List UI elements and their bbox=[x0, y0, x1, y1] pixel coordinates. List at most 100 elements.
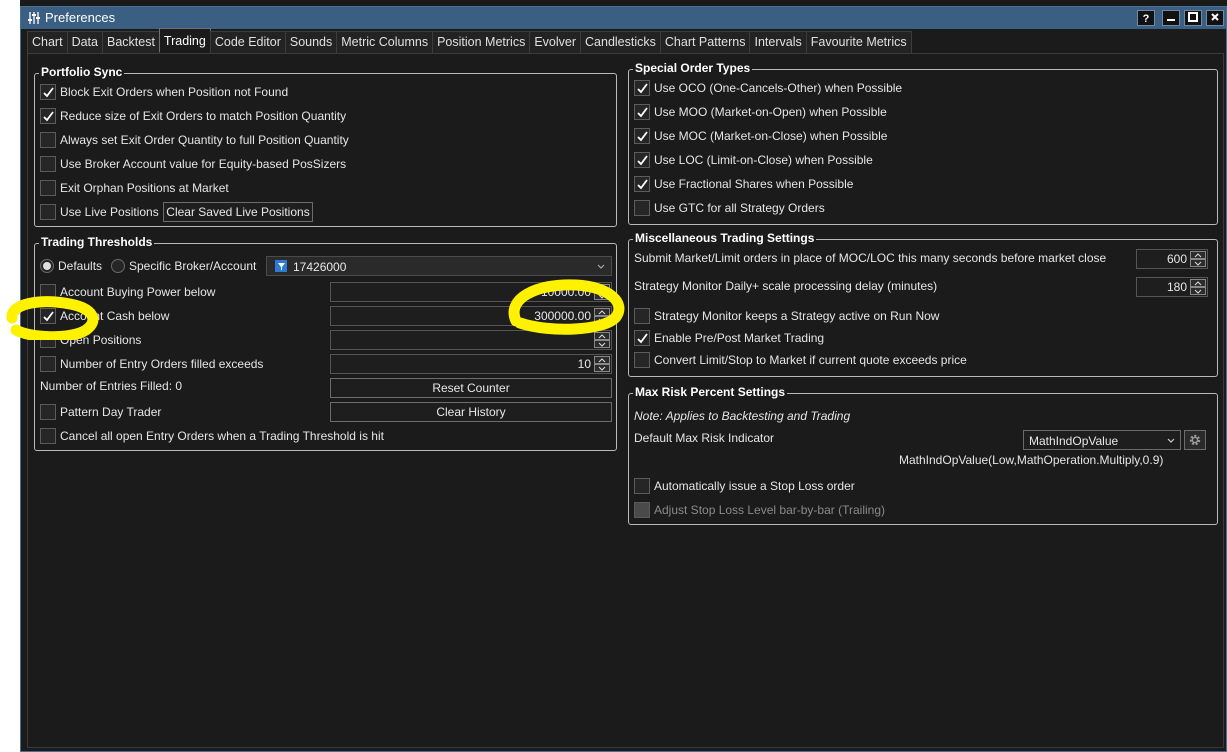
clear-saved-live-positions-button[interactable]: Clear Saved Live Positions bbox=[163, 202, 313, 222]
spin-up-icon[interactable] bbox=[1190, 251, 1206, 259]
tab-favourite-metrics[interactable]: Favourite Metrics bbox=[805, 31, 912, 53]
block-exit-orders-checkbox[interactable] bbox=[40, 84, 56, 100]
entry-orders-checkbox[interactable] bbox=[40, 356, 56, 372]
pre-post-market-label: Enable Pre/Post Market Trading bbox=[654, 331, 825, 345]
moc-option[interactable]: Use MOC (Market-on-Close) when Possible bbox=[634, 126, 887, 146]
full-exit-quantity-label: Always set Exit Order Quantity to full P… bbox=[60, 133, 349, 147]
tab-trading[interactable]: Trading bbox=[158, 28, 211, 52]
tab-chart-patterns[interactable]: Chart Patterns bbox=[659, 31, 751, 53]
broker-equity-option[interactable]: Use Broker Account value for Equity-base… bbox=[40, 154, 346, 174]
special-order-types-group: Special Order Types Use OCO (One-Cancels… bbox=[628, 61, 1218, 225]
help-button[interactable]: ? bbox=[1137, 10, 1155, 26]
moo-option[interactable]: Use MOO (Market-on-Open) when Possible bbox=[634, 102, 887, 122]
exit-orphan-option[interactable]: Exit Orphan Positions at Market bbox=[40, 178, 229, 198]
maximize-button[interactable] bbox=[1184, 10, 1202, 26]
reset-counter-button[interactable]: Reset Counter bbox=[330, 378, 612, 398]
moo-checkbox[interactable] bbox=[634, 104, 650, 120]
max-risk-indicator-expression: MathIndOpValue(Low,MathOperation.Multipl… bbox=[899, 453, 1164, 467]
reduce-exit-orders-option[interactable]: Reduce size of Exit Orders to match Posi… bbox=[40, 106, 346, 126]
entry-orders-spinner[interactable] bbox=[594, 356, 610, 372]
clear-history-button[interactable]: Clear History bbox=[330, 402, 612, 422]
gtc-checkbox[interactable] bbox=[634, 200, 650, 216]
broker-account-value: 17426000 bbox=[293, 260, 347, 274]
indicator-settings-button[interactable] bbox=[1184, 430, 1206, 450]
max-risk-indicator-select[interactable]: MathIndOpValue bbox=[1023, 430, 1181, 450]
tab-intervals[interactable]: Intervals bbox=[749, 31, 807, 53]
tab-evolver[interactable]: Evolver bbox=[529, 31, 582, 53]
broker-equity-label: Use Broker Account value for Equity-base… bbox=[60, 157, 347, 171]
spin-up-icon[interactable] bbox=[594, 356, 610, 364]
defaults-radio[interactable] bbox=[40, 259, 54, 273]
loc-label: Use LOC (Limit-on-Close) when Possible bbox=[654, 153, 873, 167]
checkmark-icon bbox=[636, 130, 648, 141]
cancel-all-entry-orders-option[interactable]: Cancel all open Entry Orders when a Trad… bbox=[40, 426, 384, 446]
submit-seconds-spinner[interactable] bbox=[1190, 251, 1206, 267]
spin-down-icon[interactable] bbox=[594, 364, 610, 372]
auto-stop-loss-checkbox[interactable] bbox=[634, 478, 650, 494]
live-positions-checkbox[interactable] bbox=[40, 204, 56, 220]
loc-checkbox[interactable] bbox=[634, 152, 650, 168]
spin-down-icon[interactable] bbox=[594, 340, 610, 348]
pattern-day-trader-checkbox[interactable] bbox=[40, 404, 56, 420]
checkmark-icon bbox=[636, 106, 648, 117]
auto-stop-loss-option[interactable]: Automatically issue a Stop Loss order bbox=[634, 476, 855, 496]
cancel-all-entry-orders-checkbox[interactable] bbox=[40, 428, 56, 444]
spin-down-icon[interactable] bbox=[1190, 287, 1206, 295]
keep-strategy-active-checkbox[interactable] bbox=[634, 308, 650, 324]
processing-delay-spinner[interactable] bbox=[1190, 279, 1206, 295]
live-positions-option[interactable]: Use Live Positions bbox=[40, 202, 159, 222]
highlight-mark-value bbox=[508, 279, 625, 335]
title-bar[interactable]: Preferences ? bbox=[21, 7, 1226, 29]
tab-backtest[interactable]: Backtest bbox=[101, 31, 160, 53]
broker-account-select[interactable]: 17426000 bbox=[266, 256, 612, 276]
tab-code-editor[interactable]: Code Editor bbox=[209, 31, 286, 53]
full-exit-quantity-option[interactable]: Always set Exit Order Quantity to full P… bbox=[40, 130, 349, 150]
gtc-option[interactable]: Use GTC for all Strategy Orders bbox=[634, 198, 825, 218]
spin-up-icon[interactable] bbox=[1190, 279, 1206, 287]
fractional-shares-option[interactable]: Use Fractional Shares when Possible bbox=[634, 174, 853, 194]
convert-limit-stop-checkbox[interactable] bbox=[634, 352, 650, 368]
fractional-shares-checkbox[interactable] bbox=[634, 176, 650, 192]
trading-thresholds-title: Trading Thresholds bbox=[39, 235, 155, 249]
max-risk-group: Max Risk Percent Settings Note: Applies … bbox=[628, 385, 1218, 525]
submit-seconds-input[interactable]: 600 bbox=[1136, 249, 1208, 269]
oco-checkbox[interactable] bbox=[634, 80, 650, 96]
specific-broker-radio-option[interactable]: Specific Broker/Account bbox=[111, 256, 256, 276]
tab-chart[interactable]: Chart bbox=[27, 31, 68, 53]
convert-limit-stop-option[interactable]: Convert Limit/Stop to Market if current … bbox=[634, 350, 967, 370]
processing-delay-input[interactable]: 180 bbox=[1136, 277, 1208, 297]
tab-data[interactable]: Data bbox=[66, 31, 103, 53]
maximize-icon bbox=[1188, 12, 1198, 22]
oco-option[interactable]: Use OCO (One-Cancels-Other) when Possibl… bbox=[634, 78, 902, 98]
loc-option[interactable]: Use LOC (Limit-on-Close) when Possible bbox=[634, 150, 873, 170]
spin-down-icon[interactable] bbox=[1190, 259, 1206, 267]
specific-broker-radio[interactable] bbox=[111, 259, 125, 273]
tab-candlesticks[interactable]: Candlesticks bbox=[580, 31, 661, 53]
entry-orders-input[interactable]: 10 bbox=[330, 354, 612, 374]
moc-checkbox[interactable] bbox=[634, 128, 650, 144]
pre-post-market-option[interactable]: Enable Pre/Post Market Trading bbox=[634, 328, 824, 348]
keep-strategy-active-option[interactable]: Strategy Monitor keeps a Strategy active… bbox=[634, 306, 939, 326]
auto-stop-loss-label: Automatically issue a Stop Loss order bbox=[654, 479, 855, 493]
pre-post-market-checkbox[interactable] bbox=[634, 330, 650, 346]
close-button[interactable] bbox=[1206, 10, 1224, 26]
tab-metric-columns[interactable]: Metric Columns bbox=[336, 31, 434, 53]
keep-strategy-active-label: Strategy Monitor keeps a Strategy active… bbox=[654, 309, 940, 323]
exit-orphan-checkbox[interactable] bbox=[40, 180, 56, 196]
gtc-label: Use GTC for all Strategy Orders bbox=[654, 201, 825, 215]
defaults-radio-option[interactable]: Defaults bbox=[40, 256, 102, 276]
chevron-down-icon bbox=[597, 264, 605, 269]
reduce-exit-orders-checkbox[interactable] bbox=[40, 108, 56, 124]
tab-sounds[interactable]: Sounds bbox=[284, 31, 338, 53]
portfolio-sync-title: Portfolio Sync bbox=[39, 65, 125, 79]
trading-thresholds-group: Trading Thresholds Defaults Specific Bro… bbox=[34, 235, 617, 451]
entry-orders-option[interactable]: Number of Entry Orders filled exceeds bbox=[40, 354, 263, 374]
pattern-day-trader-option[interactable]: Pattern Day Trader bbox=[40, 402, 161, 422]
tab-position-metrics[interactable]: Position Metrics bbox=[432, 31, 531, 53]
minimize-button[interactable] bbox=[1162, 10, 1180, 26]
checkmark-icon bbox=[42, 110, 54, 121]
full-exit-quantity-checkbox[interactable] bbox=[40, 132, 56, 148]
processing-delay-value: 180 bbox=[1166, 280, 1187, 294]
broker-equity-checkbox[interactable] bbox=[40, 156, 56, 172]
block-exit-orders-option[interactable]: Block Exit Orders when Position not Foun… bbox=[40, 82, 288, 102]
